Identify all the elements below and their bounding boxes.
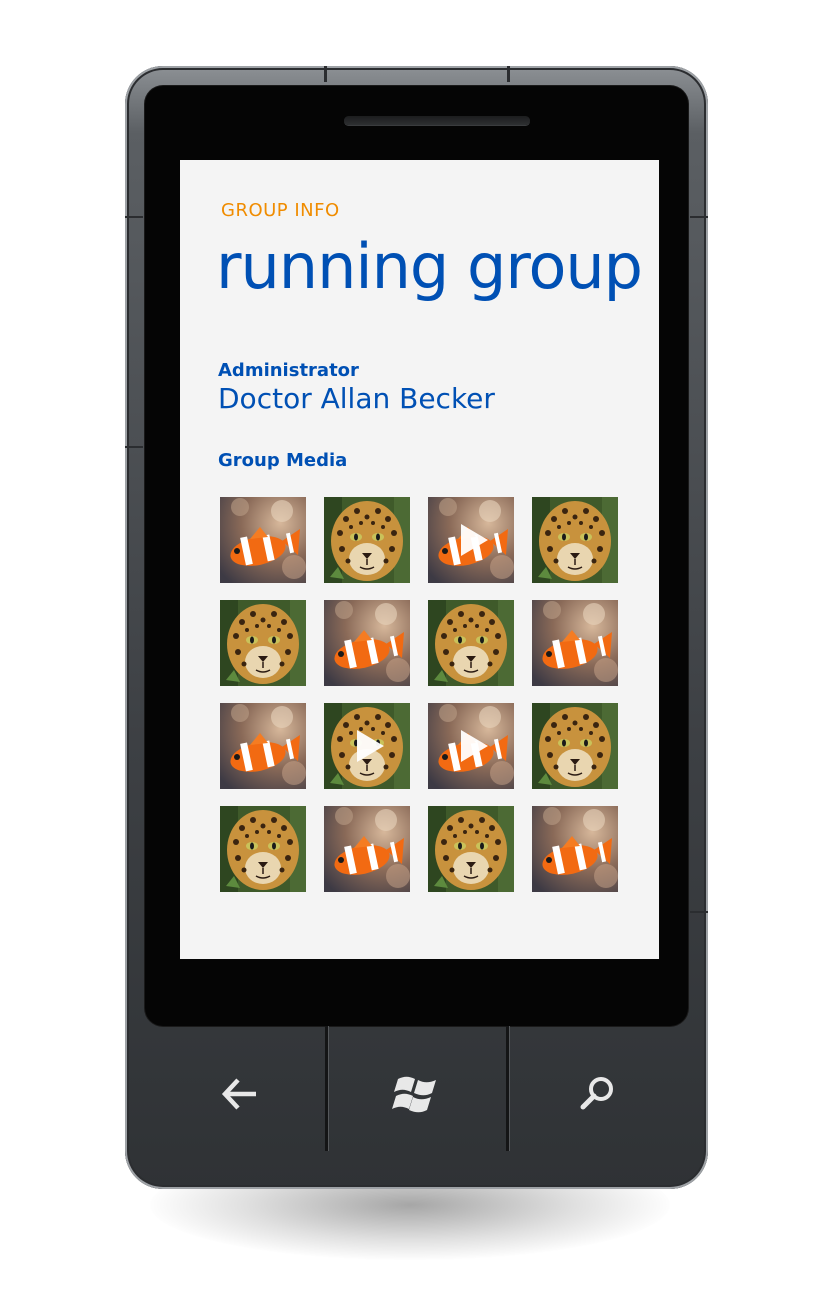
clownfish-image [220,703,306,789]
media-thumbnail-clownfish[interactable] [324,600,410,686]
top-seam [507,66,510,82]
clownfish-image [324,600,410,686]
jaguar-image [428,600,514,686]
phone-mockup: GROUP INFO running group Administrator D… [0,0,822,1306]
back-arrow-icon [221,1077,256,1110]
media-thumbnail-jaguar[interactable] [220,806,306,892]
button-divider [325,1026,328,1151]
media-thumbnail-jaguar[interactable] [532,497,618,583]
clownfish-image [324,806,410,892]
media-thumbnail-jaguar[interactable] [532,703,618,789]
jaguar-image [220,600,306,686]
phone-body: GROUP INFO running group Administrator D… [125,66,708,1189]
jaguar-image [428,806,514,892]
jaguar-image [532,703,618,789]
top-seam [324,66,327,82]
app-screen: GROUP INFO running group Administrator D… [180,160,659,959]
clownfish-image [532,600,618,686]
side-seam [125,216,143,218]
media-thumbnail-jaguar[interactable] [324,497,410,583]
administrator-label: Administrator [218,360,359,381]
back-button[interactable] [180,1046,300,1141]
earpiece-speaker [344,116,530,125]
media-thumbnail-clownfish[interactable] [220,703,306,789]
side-seam [690,216,708,218]
page-subtitle: GROUP INFO [221,200,340,221]
media-thumbnail-jaguar[interactable] [220,600,306,686]
button-divider [506,1026,509,1151]
search-button[interactable] [537,1046,657,1141]
play-icon [357,730,384,762]
start-button[interactable] [357,1046,477,1141]
play-icon [461,524,488,556]
jaguar-image [324,497,410,583]
media-thumbnail-clownfish[interactable] [428,703,514,789]
hardware-button-bar [125,1026,708,1189]
search-icon [580,1076,613,1109]
windows-logo-icon [392,1076,436,1112]
side-seam [125,446,143,448]
media-thumbnail-jaguar[interactable] [324,703,410,789]
jaguar-image [220,806,306,892]
side-seam [690,911,708,913]
administrator-name[interactable]: Doctor Allan Becker [218,382,495,415]
page-title: running group [216,230,643,303]
jaguar-image [532,497,618,583]
media-thumbnail-clownfish[interactable] [428,497,514,583]
media-grid [220,497,620,892]
screen-bezel: GROUP INFO running group Administrator D… [145,86,688,1026]
media-thumbnail-jaguar[interactable] [428,600,514,686]
media-thumbnail-clownfish[interactable] [532,806,618,892]
clownfish-image [532,806,618,892]
media-thumbnail-clownfish[interactable] [324,806,410,892]
media-thumbnail-jaguar[interactable] [428,806,514,892]
play-icon [461,730,488,762]
group-media-label: Group Media [218,450,348,471]
media-thumbnail-clownfish[interactable] [220,497,306,583]
clownfish-image [220,497,306,583]
media-thumbnail-clownfish[interactable] [532,600,618,686]
